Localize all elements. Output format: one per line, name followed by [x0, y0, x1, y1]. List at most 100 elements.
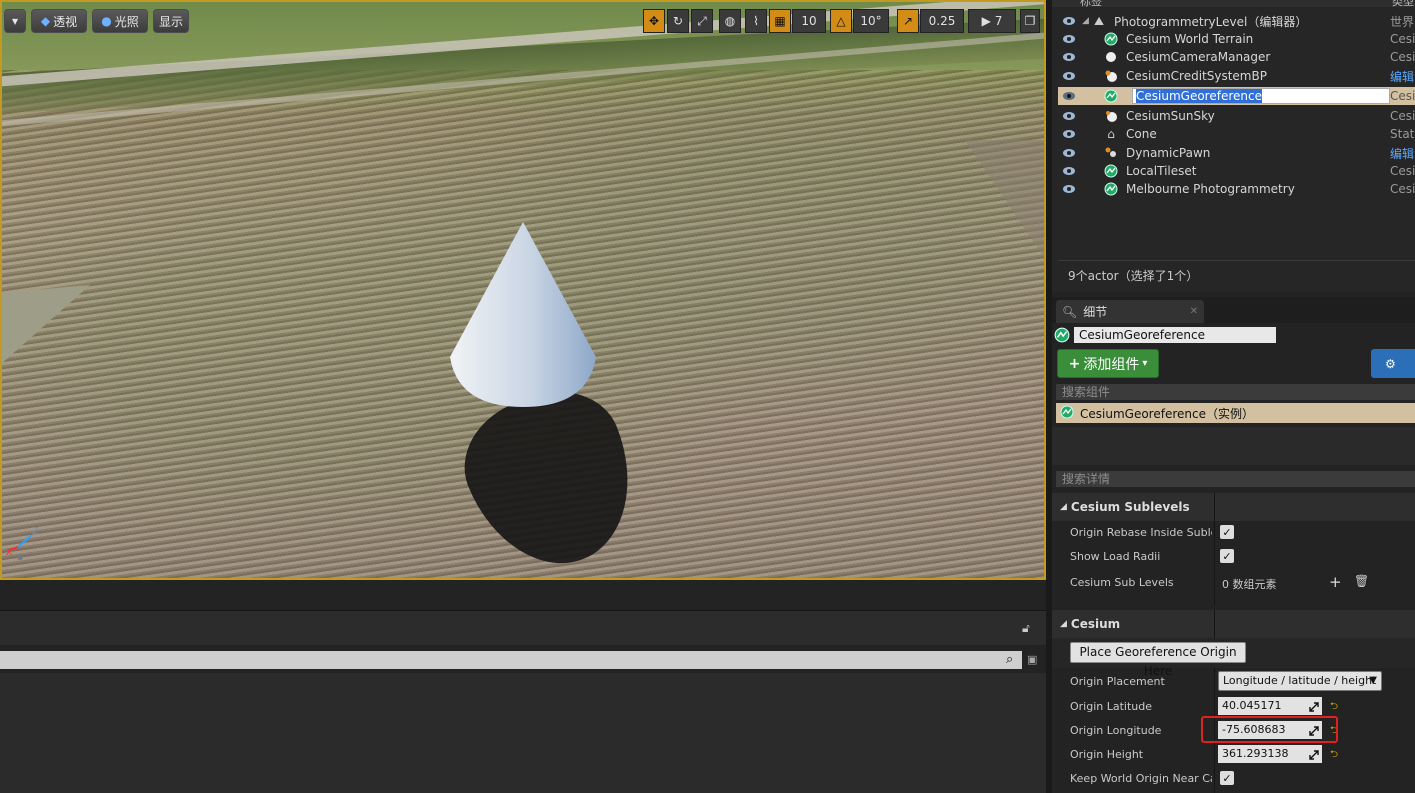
add-component-button[interactable]: + 添加组件 ▾ [1057, 349, 1159, 378]
origin-latitude-input[interactable]: 40.045171 [1218, 697, 1322, 715]
show-button[interactable]: 显示 [153, 9, 189, 33]
tab-details[interactable]: 🔍︎ 细节 ✕ [1056, 300, 1204, 323]
eye-icon[interactable] [1062, 34, 1076, 44]
world-local-toggle[interactable]: ◍ [719, 9, 741, 33]
eye-icon[interactable] [1062, 166, 1076, 176]
outliner-row-cesium-world-terrain[interactable]: Cesium World Terrain Cesiu [1058, 30, 1415, 48]
outliner-row-cesium-camera-manager[interactable]: CesiumCameraManager Cesiu [1058, 48, 1415, 66]
outliner-header: 标签 类型 [1052, 0, 1415, 9]
scale-arrow-icon: ↗ [902, 14, 914, 28]
category-cesium-sublevels[interactable]: ◢ Cesium Sublevels [1052, 493, 1415, 521]
surface-snap-button[interactable]: ⌇ [745, 9, 767, 33]
chevron-down-icon: ▾ [1142, 358, 1148, 369]
prop-label: Origin Latitude [1070, 700, 1153, 713]
save-icon[interactable]: ▣ [1027, 653, 1037, 666]
angle-icon: △ [836, 14, 846, 28]
row-type: Cesiu [1390, 109, 1415, 123]
scale-tool-button[interactable]: ⤢ [691, 9, 713, 33]
maximize-icon: ❐ [1024, 14, 1036, 28]
collapse-arrow-icon[interactable]: ◢ [1082, 16, 1089, 26]
eye-icon[interactable] [1062, 71, 1076, 81]
level-viewport[interactable]: ▾ ◆ 透视 ● 光照 显示 ✥ ↻ ⤢ ◍ ⌇ ▦ 10 △ 10° ↗ 0.… [0, 0, 1046, 580]
outliner-row-level[interactable]: ◢ ⛰ PhotogrammetryLevel（编辑器） 世界 [1058, 12, 1415, 30]
outliner-row-cesium-georeference[interactable]: CesiumGeoreference Cesiu [1058, 87, 1415, 105]
scale-snap-toggle[interactable]: ↗ [897, 9, 919, 33]
lit-button[interactable]: ● 光照 [92, 9, 148, 33]
rotate-tool-button[interactable]: ↻ [667, 9, 689, 33]
keep-world-origin-checkbox[interactable]: ✓ [1220, 771, 1234, 785]
eye-icon[interactable] [1062, 91, 1076, 101]
cesium-icon [1104, 182, 1118, 196]
column-type[interactable]: 类型 [1392, 0, 1414, 9]
origin-placement-dropdown[interactable]: Longitude / latitude / height ▼ [1218, 671, 1382, 691]
close-tab-icon[interactable]: ✕ [1190, 306, 1198, 317]
place-origin-button[interactable]: Place Georeference Origin Here [1070, 642, 1246, 678]
collapse-arrow-icon: ◢ [1060, 619, 1067, 629]
search-components-input[interactable]: 搜索组件 [1056, 384, 1415, 400]
outliner-row-melbourne-photogrammetry[interactable]: Melbourne Photogrammetry Cesiu [1058, 180, 1415, 198]
translate-tool-button[interactable]: ✥ [643, 9, 665, 33]
row-type: Cesiu [1390, 164, 1415, 178]
add-element-icon[interactable]: + [1329, 573, 1342, 591]
rotation-snap-value-label: 10° [860, 14, 882, 28]
outliner-row-local-tileset[interactable]: LocalTileset Cesiu [1058, 162, 1415, 180]
maximize-viewport-button[interactable]: ❐ [1020, 9, 1040, 33]
origin-rebase-checkbox[interactable]: ✓ [1220, 525, 1234, 539]
lock-icon[interactable]: 🔓︎ [1022, 621, 1030, 636]
reset-to-default-icon[interactable]: ⮌ [1330, 747, 1338, 764]
prop-label: Origin Placement [1070, 675, 1165, 688]
outliner-row-dynamic-pawn[interactable]: DynamicPawn 编辑 [1058, 144, 1415, 162]
pawn-icon [1104, 146, 1118, 160]
component-row-root[interactable]: CesiumGeoreference（实例） [1056, 403, 1415, 423]
eye-icon[interactable] [1062, 52, 1076, 62]
show-load-radii-checkbox[interactable]: ✓ [1220, 549, 1234, 563]
perspective-label: 透视 [53, 14, 78, 29]
perspective-button[interactable]: ◆ 透视 [31, 9, 87, 33]
origin-height-input[interactable]: 361.293138 [1218, 745, 1322, 763]
reset-to-default-icon[interactable]: ⮌ [1330, 699, 1338, 716]
row-type: Stati [1390, 127, 1415, 141]
input-value: 361.293138 [1222, 747, 1289, 760]
eye-icon[interactable] [1062, 129, 1076, 139]
row-name: CesiumSunSky [1126, 109, 1215, 123]
actor-name-field[interactable]: CesiumGeoreference [1074, 327, 1276, 343]
outliner-row-cesium-sun-sky[interactable]: CesiumSunSky Cesiu [1058, 107, 1415, 125]
eye-icon[interactable] [1062, 148, 1076, 158]
viewport-options-button[interactable]: ▾ [4, 9, 26, 33]
bottom-panel: 🔓︎ ⌕ ▣ [0, 580, 1046, 793]
eye-icon[interactable] [1062, 111, 1076, 121]
cone-mesh[interactable] [448, 222, 598, 407]
search-icon[interactable]: ⌕ [1006, 652, 1013, 667]
bottom-search-input[interactable] [0, 651, 1022, 669]
scale-snap-value[interactable]: 0.25 [920, 9, 964, 33]
cesium-icon [1104, 89, 1118, 103]
row-type-link[interactable]: 编辑 [1390, 145, 1414, 162]
column-label[interactable]: 标签 [1080, 0, 1102, 9]
cesium-icon [1054, 327, 1070, 346]
prop-keep-world-origin: Keep World Origin Near Camera ✓ [1052, 767, 1415, 791]
grid-snap-value[interactable]: 10 [792, 9, 826, 33]
lit-sphere-icon: ● [101, 14, 112, 28]
rename-field[interactable]: CesiumGeoreference [1132, 88, 1390, 104]
search-details-input[interactable]: 搜索详情 [1056, 471, 1415, 487]
input-value: 40.045171 [1222, 699, 1282, 712]
row-type-link[interactable]: 编辑 [1390, 68, 1414, 85]
eye-icon[interactable] [1062, 184, 1076, 194]
gears-icon: ⚙ [1385, 356, 1396, 371]
rotation-snap-value[interactable]: 10° [853, 9, 889, 33]
category-cesium[interactable]: ◢ Cesium [1052, 610, 1415, 638]
eye-icon[interactable] [1062, 16, 1076, 26]
divider [1058, 260, 1415, 261]
camera-icon: ▶ [981, 14, 991, 28]
outliner-row-cone[interactable]: ⌂ Cone Stati [1058, 125, 1415, 143]
prop-label: Origin Rebase Inside Sublevels [1070, 526, 1212, 539]
rotation-snap-toggle[interactable]: △ [830, 9, 852, 33]
camera-speed-button[interactable]: ▶ 7 [968, 9, 1016, 33]
trash-icon[interactable]: 🗑︎ [1354, 574, 1369, 588]
outliner-row-cesium-credit-system[interactable]: CesiumCreditSystemBP 编辑 [1058, 67, 1415, 85]
row-name: CesiumCreditSystemBP [1126, 69, 1267, 83]
blueprint-button[interactable]: ⚙ [1371, 349, 1415, 378]
expand-arrows-icon[interactable] [1309, 700, 1319, 712]
grid-snap-toggle[interactable]: ▦ [769, 9, 791, 33]
expand-arrows-icon[interactable] [1309, 748, 1319, 760]
